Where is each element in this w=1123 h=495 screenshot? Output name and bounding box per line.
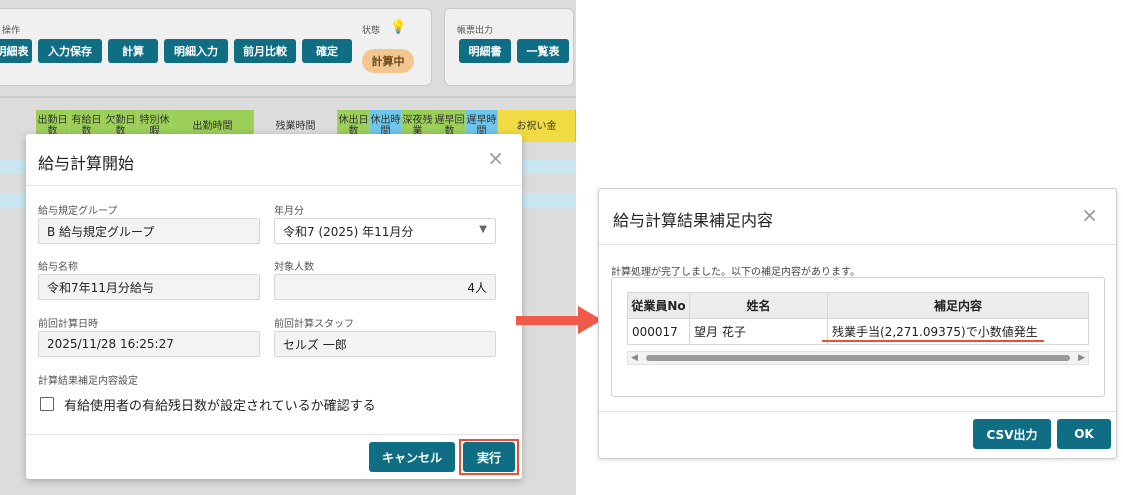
payroll-start-dialog: 給与計算開始 × 給与規定グループ B 給与規定グループ 年月分 令和7 (20… (26, 134, 522, 479)
dialog-title: 給与計算結果補足内容 (613, 211, 774, 230)
toolbar-button-calculate[interactable]: 計算 (108, 39, 158, 63)
period-select[interactable]: 令和7 (2025) 年11月分 ▼ (274, 218, 496, 244)
toolbar-button-confirm[interactable]: 確定 (302, 39, 352, 63)
pay-name-label: 給与名称 (38, 262, 78, 273)
scroll-right-icon[interactable]: ▶ (1078, 352, 1085, 364)
toolbar-button-save-input[interactable]: 入力保存 (38, 39, 102, 63)
arrow-right-icon (516, 316, 580, 325)
toolbar-button-prev-month-compare[interactable]: 前月比較 (234, 39, 296, 63)
note-highlight-underline (822, 340, 1044, 342)
execute-button[interactable]: 実行 (463, 442, 515, 472)
operations-panel: 操作 明細表 入力保存 計算 明細入力 前月比較 確定 状態 💡 計算中 (0, 8, 432, 86)
cell-employee-no: 000017 (627, 318, 690, 345)
check-paid-leave-checkbox[interactable] (40, 397, 54, 411)
report-group-label: 帳票出力 (457, 26, 494, 36)
toolbar-button-detail-table[interactable]: 明細表 (0, 39, 32, 63)
period-select-value: 令和7 (2025) 年11月分 (283, 224, 414, 239)
payroll-result-dialog: 給与計算結果補足内容 × 計算処理が完了しました。以下の補足内容があります。 従… (598, 188, 1117, 459)
period-label: 年月分 (274, 206, 304, 217)
headcount-label: 対象人数 (274, 262, 314, 273)
cancel-button[interactable]: キャンセル (369, 442, 455, 472)
lightbulb-icon: 💡 (390, 20, 407, 35)
rule-group-label: 給与規定グループ (38, 206, 118, 217)
screenshot-stage: 操作 明細表 入力保存 計算 明細入力 前月比較 確定 状態 💡 計算中 帳票出… (0, 0, 1123, 495)
checkbox-label: 有給使用者の有給残日数が設定されているか確認する (64, 399, 376, 414)
report-button-list[interactable]: 一覧表 (517, 39, 569, 63)
dialog-header: 給与計算結果補足内容 × (599, 189, 1116, 245)
headcount-field: 4人 (274, 274, 496, 300)
supplement-settings-label: 計算結果補足内容設定 (38, 376, 138, 387)
report-output-panel: 帳票出力 明細書 一覧表 (444, 8, 574, 86)
scroll-left-icon[interactable]: ◀ (631, 352, 638, 364)
dialog-header: 給与計算開始 × (26, 134, 522, 186)
dialog-title: 給与計算開始 (38, 154, 135, 173)
supplement-table: 従業員No 姓名 補足内容 000017 望月 花子 残業手当(2,271.09… (627, 292, 1089, 345)
ok-button[interactable]: OK (1057, 419, 1111, 449)
close-icon[interactable]: × (487, 148, 504, 168)
column-header-employee-no[interactable]: 従業員No (627, 292, 690, 319)
pay-name-field[interactable]: 令和7年11月分給与 (38, 274, 260, 300)
last-calc-label: 前回計算日時 (38, 319, 98, 330)
last-calc-field: 2025/11/28 16:25:27 (38, 331, 260, 357)
last-staff-field: セルズ 一郎 (274, 331, 496, 357)
divider (0, 96, 576, 98)
status-badge: 計算中 (362, 49, 414, 73)
last-staff-label: 前回計算スタッフ (274, 319, 354, 330)
status-label: 状態 (362, 26, 381, 36)
completion-message: 計算処理が完了しました。以下の補足内容があります。 (611, 267, 860, 278)
column-header-note[interactable]: 補足内容 (827, 292, 1089, 319)
toolbar-button-detail-input[interactable]: 明細入力 (164, 39, 228, 63)
report-button-statement[interactable]: 明細書 (459, 39, 511, 63)
csv-export-button[interactable]: CSV出力 (973, 419, 1051, 449)
divider (599, 411, 1116, 412)
horizontal-scrollbar[interactable]: ◀ ▶ (627, 351, 1089, 365)
divider (26, 434, 522, 435)
rule-group-field[interactable]: B 給与規定グループ (38, 218, 260, 244)
scrollbar-thumb[interactable] (646, 355, 1070, 361)
dropdown-arrow-icon: ▼ (479, 224, 487, 235)
operations-group-label: 操作 (2, 26, 21, 36)
cell-name: 望月 花子 (689, 318, 828, 345)
supplement-table-panel: 従業員No 姓名 補足内容 000017 望月 花子 残業手当(2,271.09… (611, 277, 1105, 397)
column-header-name[interactable]: 姓名 (689, 292, 828, 319)
close-icon[interactable]: × (1081, 205, 1098, 225)
